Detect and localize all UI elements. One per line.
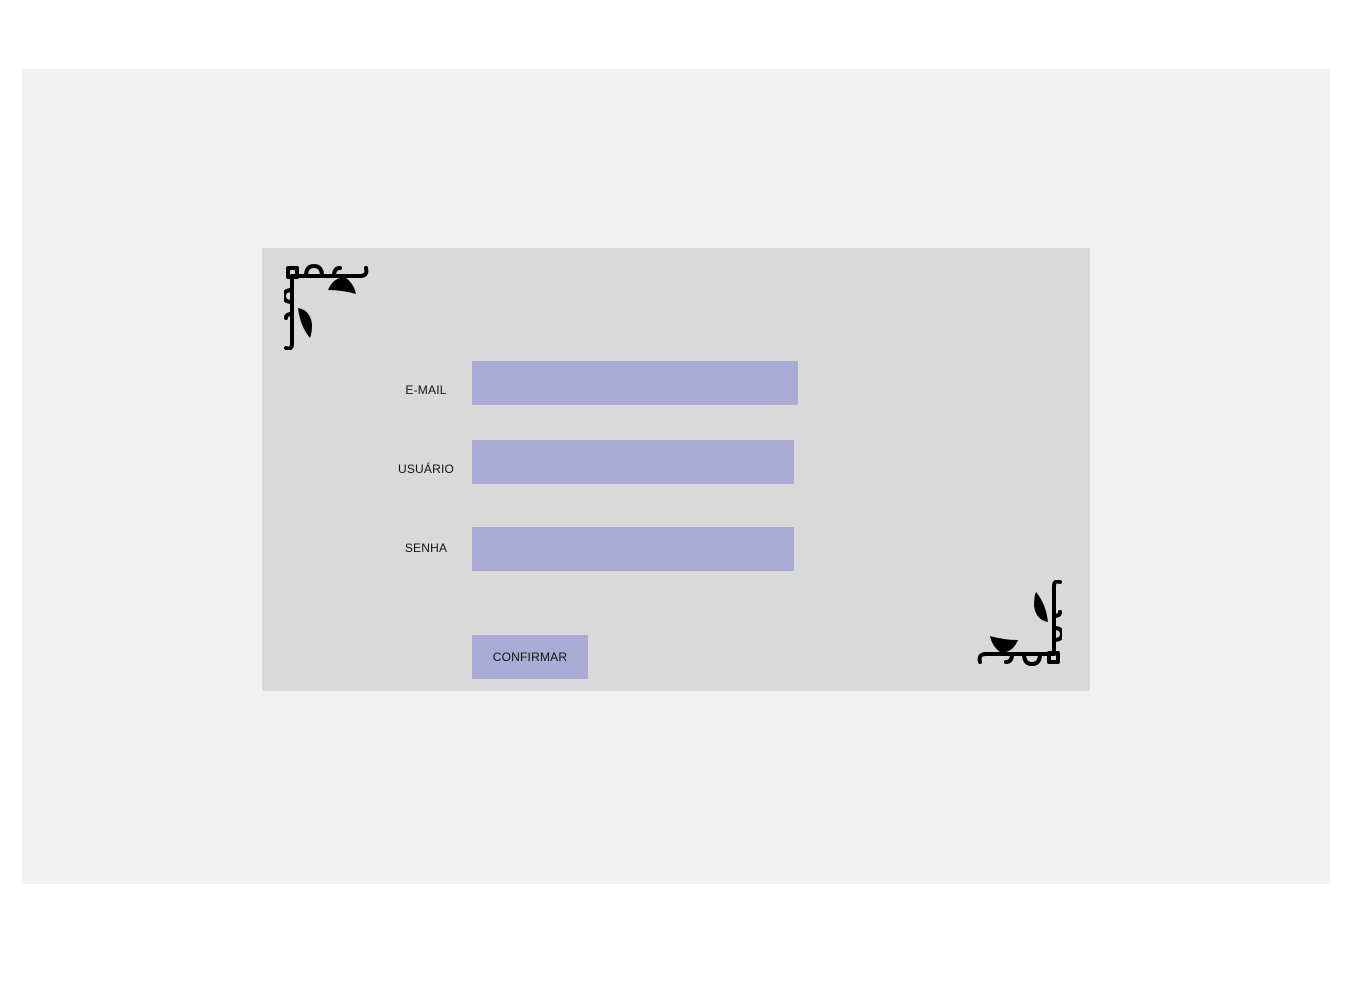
email-field[interactable] [472,361,798,405]
corner-ornament-icon [284,264,369,350]
email-label: E-MAIL [405,383,447,397]
password-field[interactable] [472,527,794,571]
corner-ornament-icon [977,580,1062,666]
confirm-button[interactable]: CONFIRMAR [472,635,588,679]
password-label: SENHA [404,541,448,555]
username-label: USUÁRIO [397,462,455,476]
username-field[interactable] [472,440,794,484]
